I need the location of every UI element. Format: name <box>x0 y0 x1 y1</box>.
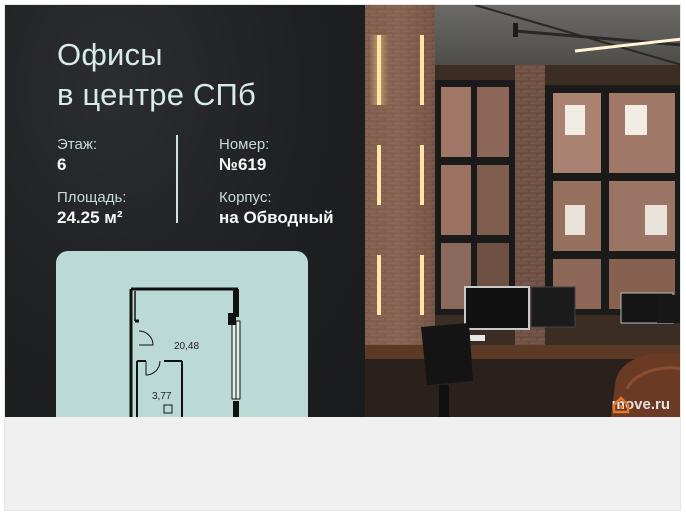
room-small-area: 3,77 <box>152 391 172 402</box>
banner-title: Офисы в центре СПб <box>57 35 256 115</box>
title-line-2: в центре СПб <box>57 77 256 112</box>
number-label: Номер: <box>219 136 270 153</box>
page-frame: Офисы в центре СПб Этаж: 6 Площадь: 24.2… <box>4 4 681 511</box>
floor-label: Этаж: <box>57 136 98 153</box>
listing-banner-image[interactable]: Офисы в центре СПб Этаж: 6 Площадь: 24.2… <box>5 5 680 417</box>
building-value: на Обводный <box>219 208 334 227</box>
floor-plan-drawing: 20,48 3,77 <box>129 287 241 417</box>
area-value: 24.25 м² <box>57 208 123 227</box>
floor-value: 6 <box>57 155 67 174</box>
info-panel: Офисы в центре СПб Этаж: 6 Площадь: 24.2… <box>5 5 365 417</box>
house-logo-icon <box>612 396 629 414</box>
floor-plan-card: 20,48 3,77 <box>56 251 308 417</box>
empty-content-area <box>5 417 680 510</box>
area-label: Площадь: <box>57 189 127 206</box>
office-photo-illustration <box>365 5 680 417</box>
spec-divider <box>176 135 178 223</box>
office-interior-photo: move.ru <box>365 5 680 417</box>
move-ru-watermark: move.ru <box>612 396 670 414</box>
room-main-area: 20,48 <box>174 341 199 352</box>
building-label: Корпус: <box>219 189 272 206</box>
number-value: №619 <box>219 155 267 174</box>
title-line-1: Офисы <box>57 37 163 72</box>
